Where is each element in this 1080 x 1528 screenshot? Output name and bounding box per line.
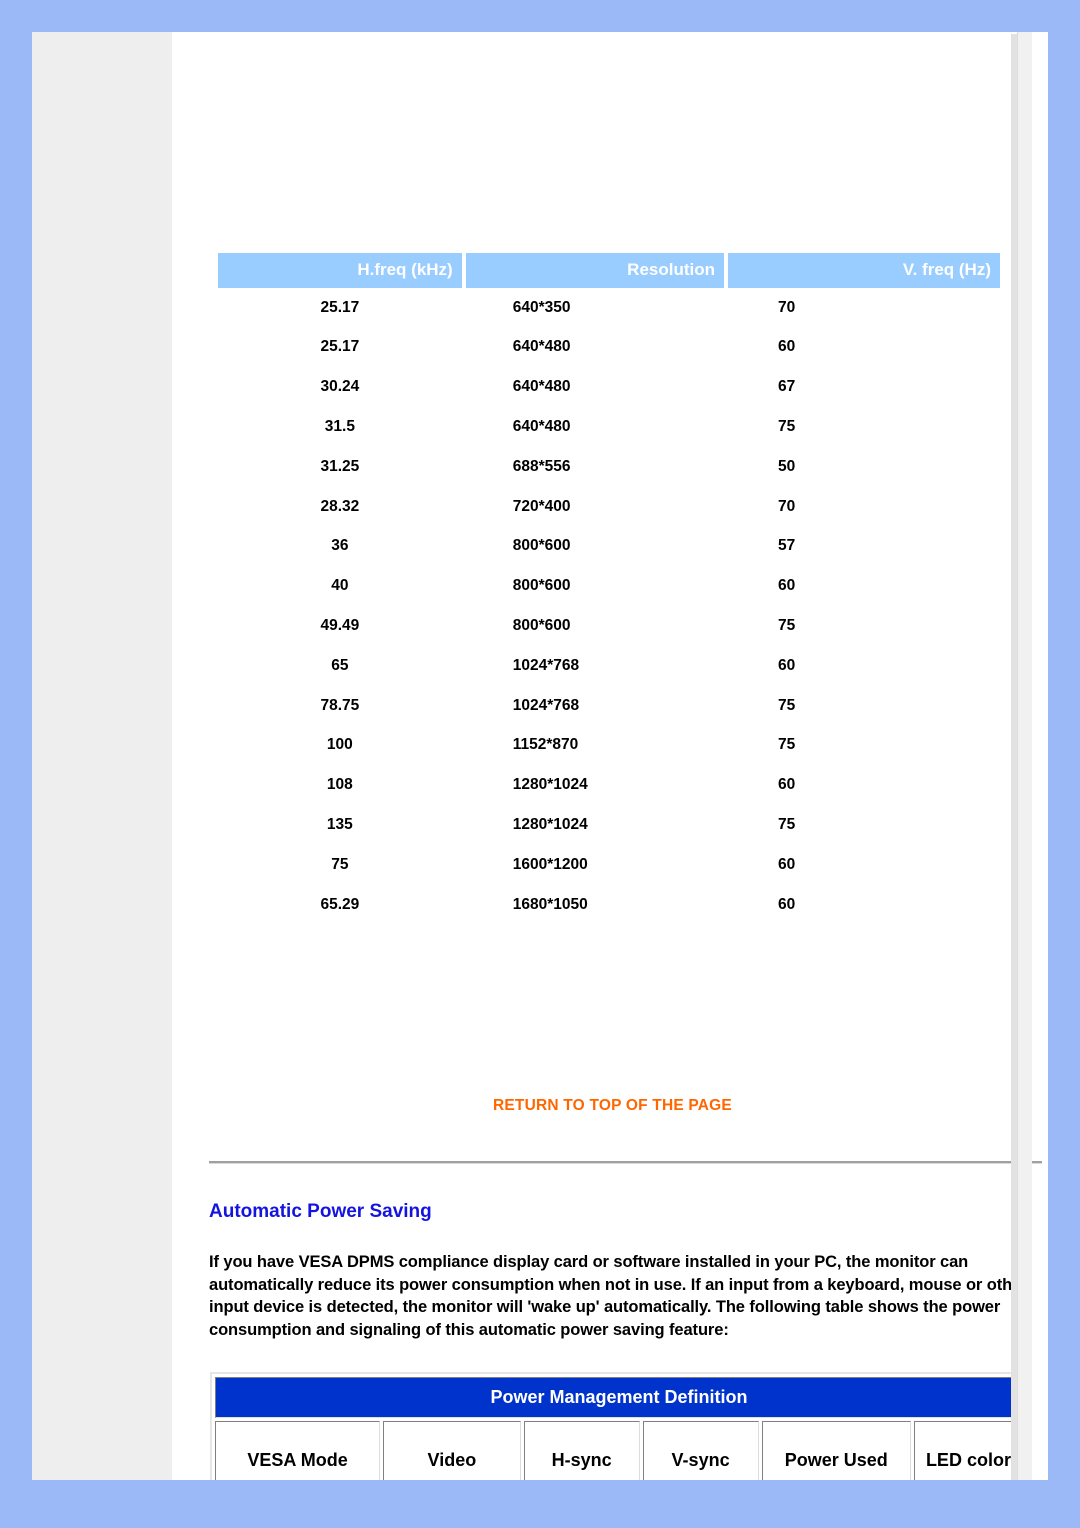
table-row: 28.32 720*400 70 [218,487,1000,527]
cell-resolution: 1280*1024 [512,816,588,834]
cell-resolution: 720*400 [512,497,571,515]
cell-resolution: 1024*768 [512,656,580,674]
cell-hfreq: 25.17 [320,338,360,356]
sidebar-panel [32,32,172,1480]
preset-display-modes-table: H.freq (kHz) Resolution V. freq (Hz) 25.… [214,253,1004,925]
power-management-definition-table: Power Management Definition VESA Mode Vi… [210,1372,1028,1480]
cell-vfreq: 75 [778,696,796,714]
table-row: 65.29 1680*1050 60 [218,885,1000,925]
pm-column-header-v-sync: V-sync [642,1421,759,1480]
cell-resolution: 800*600 [512,537,571,555]
table-row: 135 1280*1024 75 [218,805,1000,845]
pm-column-header-h-sync: H-sync [523,1421,640,1480]
pm-column-header-vesa-mode: VESA Mode [215,1421,381,1480]
power-management-table-title: Power Management Definition [215,1377,1023,1418]
cell-resolution: 1680*1050 [512,895,588,913]
cell-hfreq: 28.32 [320,497,360,515]
cell-resolution: 800*600 [512,617,571,635]
cell-vfreq: 60 [778,577,796,595]
column-header-vfreq: V. freq (Hz) [728,253,1000,288]
cell-vfreq: 70 [778,298,796,316]
timing-table-head: H.freq (kHz) Resolution V. freq (Hz) [218,253,1000,288]
table-row: 30.24 640*480 67 [218,367,1000,407]
cell-vfreq: 67 [778,378,796,396]
cell-hfreq: 75 [331,855,349,873]
table-row: 49.49 800*600 75 [218,606,1000,646]
cell-resolution: 1152*870 [512,736,579,754]
table-row: 31.5 640*480 75 [218,407,1000,447]
cell-vfreq: 75 [778,617,796,635]
column-header-hfreq: H.freq (kHz) [218,253,462,288]
cell-resolution: 640*480 [512,417,571,435]
cell-hfreq: 108 [326,776,353,794]
cell-vfreq: 60 [778,656,796,674]
cell-resolution: 1600*1200 [512,855,588,873]
cell-vfreq: 70 [778,497,796,515]
cell-resolution: 1024*768 [512,696,580,714]
pm-column-header-power-used: Power Used [761,1421,911,1480]
pm-column-header-led-color: LED color [913,1421,1023,1480]
page-frame: H.freq (kHz) Resolution V. freq (Hz) 25.… [32,32,1048,1480]
column-header-resolution: Resolution [465,253,725,288]
cell-resolution: 640*480 [512,338,571,356]
cell-vfreq: 57 [778,537,796,555]
table-row: 31.25 688*556 50 [218,447,1000,487]
pm-column-header-video: Video [383,1421,521,1480]
cell-vfreq: 60 [778,338,796,356]
timing-table-body: 25.17 640*350 70 25.17 640*480 60 30.24 640*480… [218,288,1000,925]
cell-vfreq: 75 [778,736,796,754]
cell-hfreq: 78.75 [320,696,360,714]
cell-vfreq: 60 [778,776,796,794]
cell-hfreq: 49.49 [320,617,360,635]
power-management-header-row: VESA Mode Video H-sync V-sync Power Used… [215,1421,1023,1480]
cell-hfreq: 100 [326,736,353,754]
cell-resolution: 640*480 [512,378,571,396]
cell-hfreq: 25.17 [320,298,360,316]
return-to-top-link[interactable]: RETURN TO TOP OF THE PAGE [493,1097,732,1115]
cell-hfreq: 135 [326,816,353,834]
cell-hfreq: 31.5 [324,417,355,435]
vertical-scrollbar[interactable] [1017,32,1032,1480]
cell-vfreq: 60 [778,855,796,873]
timing-table-element: H.freq (kHz) Resolution V. freq (Hz) 25.… [214,253,1004,925]
table-row: 25.17 640*350 70 [218,288,1000,328]
cell-vfreq: 50 [778,457,796,475]
cell-vfreq: 75 [778,417,796,435]
table-row: 75 1600*1200 60 [218,845,1000,885]
table-row: 25.17 640*480 60 [218,327,1000,367]
table-row: 100 1152*870 75 [218,725,1000,765]
section-paragraph: If you have VESA DPMS compliance display… [209,1253,1028,1339]
cell-resolution: 800*600 [512,577,571,595]
cell-resolution: 640*350 [512,298,571,316]
page-title: Automatic Power Saving [209,1201,432,1222]
cell-hfreq: 31.25 [320,457,360,475]
table-row: 40 800*600 60 [218,566,1000,606]
timing-table-header-row: H.freq (kHz) Resolution V. freq (Hz) [218,253,1000,288]
table-row: 36 800*600 57 [218,526,1000,566]
cell-hfreq: 65 [331,656,349,674]
cell-vfreq: 75 [778,816,796,834]
table-row: 108 1280*1024 60 [218,765,1000,805]
table-row: 65 1024*768 60 [218,646,1000,686]
cell-resolution: 688*556 [512,457,571,475]
section-divider [209,1161,1042,1164]
cell-hfreq: 30.24 [320,378,360,396]
table-row: 78.75 1024*768 75 [218,686,1000,726]
cell-hfreq: 36 [331,537,349,555]
cell-hfreq: 40 [331,577,349,595]
cell-resolution: 1280*1024 [512,776,588,794]
cell-vfreq: 60 [778,895,796,913]
cell-hfreq: 65.29 [320,895,360,913]
